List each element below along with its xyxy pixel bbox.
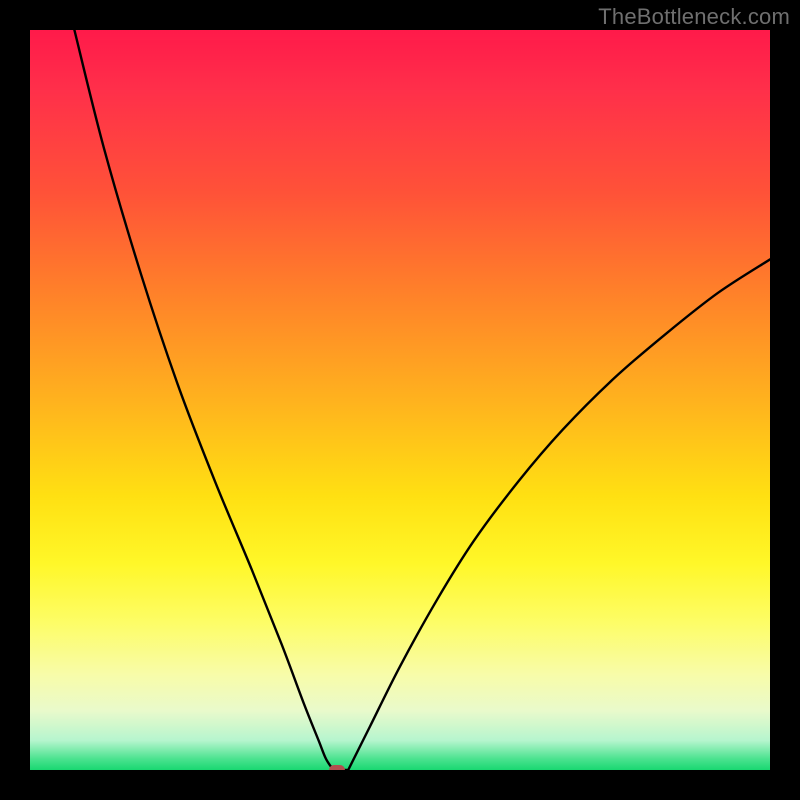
plot-area — [30, 30, 770, 770]
chart-frame: TheBottleneck.com — [0, 0, 800, 800]
bottleneck-curve — [30, 30, 770, 770]
watermark-text: TheBottleneck.com — [598, 4, 790, 30]
minimum-marker — [329, 765, 345, 770]
